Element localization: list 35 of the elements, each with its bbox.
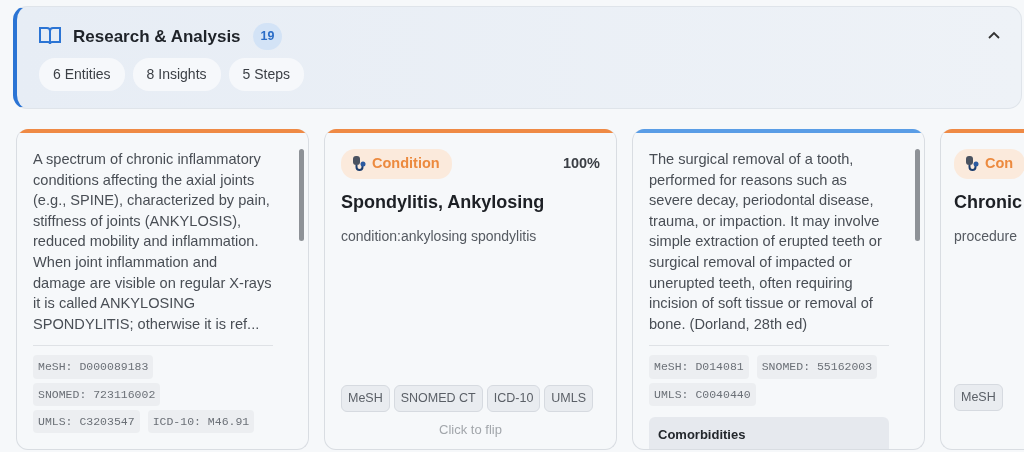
count-badge: 19 bbox=[252, 23, 283, 50]
entity-id: procedure bbox=[954, 226, 1019, 246]
description-text: The surgical removal of a tooth, performed for reasons such as severe decay, periodontal disease, trauma, or impaction. It may involve simple extraction of erupted teeth or surgical removal of impacted or unerupted teeth, often requiring incision of soft tissue or removal of bone. (Dorland, 28th ed) bbox=[649, 150, 883, 334]
stat-chip: 5 Steps bbox=[228, 57, 304, 91]
flip-hint: Click to flip bbox=[438, 420, 503, 439]
code-tag: UMLS: C3203547 bbox=[33, 409, 140, 434]
code-tag: ICD-10: M46.91 bbox=[147, 409, 255, 434]
match-score: 100% bbox=[562, 154, 600, 173]
entity-card[interactable] bbox=[16, 129, 309, 450]
book-icon bbox=[39, 26, 61, 47]
source-tag: ICD-10 bbox=[486, 384, 541, 412]
stat-chip: 6 Entities bbox=[39, 57, 125, 91]
entity-title: Spondylitis, Ankylosing bbox=[341, 190, 546, 214]
stethoscope-icon bbox=[964, 155, 981, 173]
source-tag: SNOMED CT bbox=[393, 384, 483, 412]
stethoscope-icon bbox=[351, 155, 368, 173]
code-tag: UMLS: C0040440 bbox=[649, 382, 756, 406]
type-badge: Condition bbox=[341, 149, 452, 179]
code-tag: MeSH: D000089183 bbox=[33, 355, 154, 379]
type-badge: Con bbox=[954, 149, 1024, 179]
source-tag: MeSH bbox=[341, 384, 390, 412]
entity-title: Chronic bbox=[954, 190, 1023, 214]
code-tag: SNOMED: 723116002 bbox=[33, 382, 161, 406]
stat-chip: 8 Insights bbox=[132, 57, 221, 91]
entity-id: condition:ankylosing spondylitis bbox=[341, 226, 538, 246]
code-tag: SNOMED: 55162003 bbox=[756, 355, 878, 379]
comorbidities-panel: Comorbidities bbox=[649, 416, 889, 449]
entity-card[interactable]: Condition 100% Spondylitis, Ankylosing condition:ankylosing spondylitis MeSH SNOMED CT ICD-10 UMLS Click to flip bbox=[324, 129, 617, 450]
source-tag: UMLS bbox=[544, 384, 594, 412]
code-tag: MeSH: D014081 bbox=[649, 355, 749, 379]
entity-card[interactable]: Con Chronic procedure MeSH bbox=[940, 129, 1024, 450]
source-tag: MeSH bbox=[954, 384, 1003, 411]
section-title: Research & Analysis bbox=[73, 25, 241, 48]
entity-card[interactable] bbox=[632, 129, 925, 450]
description-text: A spectrum of chronic inflammatory conditions affecting the axial joints (e.g., SPINE), characterized by pain, stiffness of joints (ANKYLOSIS), reduced mobility and inflammation. When joint inflammation and damage are visible on regular X-rays it is called ANKYLOSING SPONDYLITIS; otherwise it is ref... bbox=[33, 150, 273, 334]
